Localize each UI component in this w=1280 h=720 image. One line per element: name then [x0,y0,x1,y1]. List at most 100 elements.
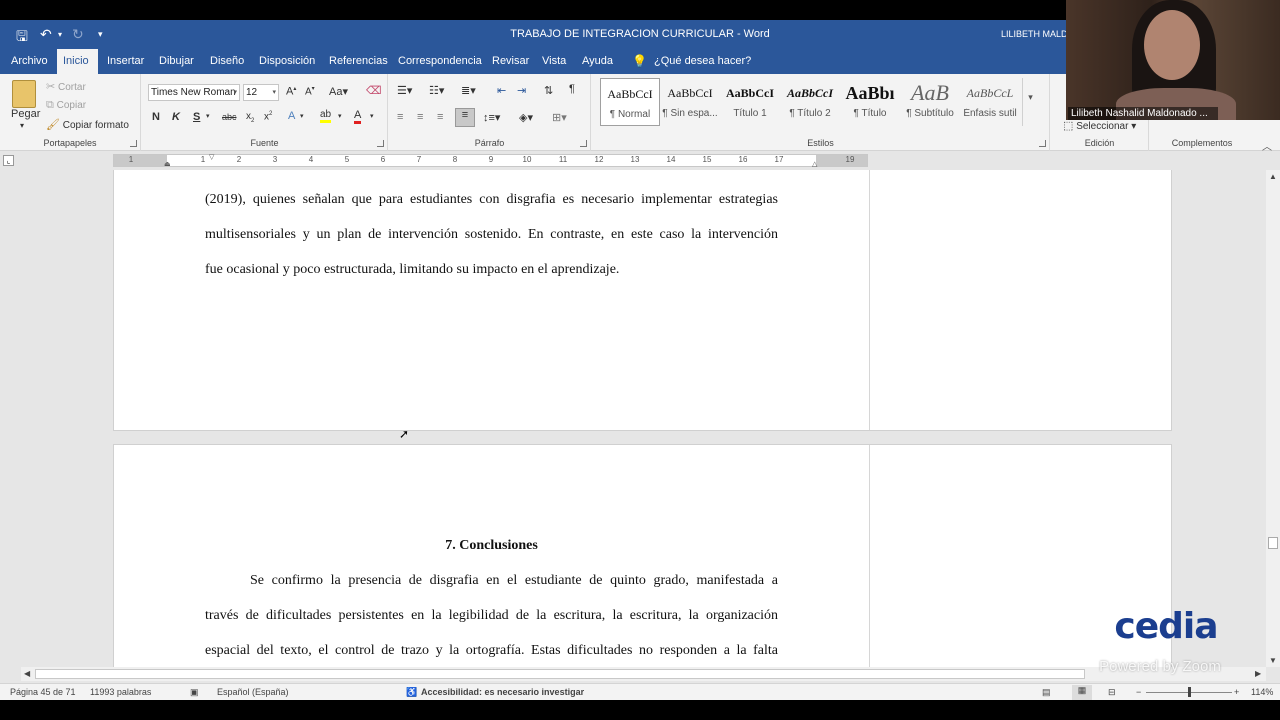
highlight-icon[interactable]: ab [320,109,332,123]
language[interactable]: Español (España) [217,687,289,697]
line-spacing-icon[interactable]: ↕≡▾ [483,111,500,124]
align-right-icon[interactable]: ≡ [437,111,443,123]
tab-ayuda[interactable]: Ayuda [576,49,619,74]
tab-insertar[interactable]: Insertar [101,49,150,74]
select-button[interactable]: ⬚ Seleccionar ▾ [1063,119,1136,132]
style-no-spacing[interactable]: AaBbCcI ¶ Sin espa... [660,78,720,126]
paragraph-line[interactable]: fue ocasional y poco estructurada, limit… [205,262,778,278]
multilevel-list-icon[interactable]: ≣▾ [461,84,476,97]
paragraph-line[interactable]: través de dificultades persistentes en l… [205,608,778,624]
document-area[interactable]: (2019), quienes señalan que para estudia… [0,170,1266,667]
align-left-icon[interactable]: ≡ [397,111,403,123]
tab-inicio[interactable]: Inicio [57,49,98,74]
scroll-up-icon[interactable]: ▲ [1269,172,1277,181]
change-case-icon[interactable]: Aa▾ [329,85,348,98]
style-subtle-emphasis[interactable]: AaBbCcL Énfasis sutil [960,78,1020,126]
zoom-level[interactable]: 114% [1251,687,1273,697]
bold-icon[interactable]: N [152,111,160,123]
first-line-indent-marker-icon[interactable]: ▽ [209,153,214,161]
format-painter-button[interactable]: 🖌 Copiar formato [46,118,129,131]
paste-icon[interactable] [12,80,36,108]
paragraph-line[interactable]: espacial del texto, el control de trazo … [205,643,778,659]
scroll-thumb[interactable] [1268,537,1278,549]
justify-icon[interactable]: ≡ [455,108,475,127]
grow-font-icon[interactable]: A▴ [286,85,296,98]
zoom-in-icon[interactable]: + [1234,687,1239,697]
tab-selector-icon[interactable]: ⌞ [3,155,14,166]
font-size-select[interactable]: 12 ▾ [243,84,279,101]
scroll-left-icon[interactable]: ◀ [24,669,30,678]
style-title[interactable]: AaBbı ¶ Título [840,78,900,126]
user-name[interactable]: LILIBETH MALDO [1001,29,1075,39]
decrease-indent-icon[interactable]: ⇤ [497,84,506,97]
vertical-scrollbar[interactable]: ▲ ▼ [1266,170,1280,667]
font-color-icon[interactable]: A [354,109,362,124]
text-effects-icon[interactable]: A [288,110,295,122]
zoom-out-icon[interactable]: − [1136,687,1141,697]
style-normal[interactable]: AaBbCcI ¶ Normal [600,78,660,126]
style-heading-1[interactable]: AaBbCcI Título 1 [720,78,780,126]
styles-launcher[interactable] [1039,140,1046,147]
tab-referencias[interactable]: Referencias [323,49,394,74]
numbering-icon[interactable]: ☷▾ [429,84,444,97]
hscroll-thumb[interactable] [35,669,1085,679]
clipboard-launcher[interactable] [130,140,137,147]
tell-me-search[interactable]: ¿Qué desea hacer? [654,49,751,74]
subscript-icon[interactable]: x2 [246,111,254,124]
web-layout-icon[interactable]: ⊟ [1108,687,1116,698]
tab-vista[interactable]: Vista [536,49,572,74]
collapse-ribbon-icon[interactable]: ︿ [1262,138,1272,153]
style-heading-2[interactable]: AaBbCcI ¶ Título 2 [780,78,840,126]
read-mode-icon[interactable]: ▤ [1042,687,1051,698]
text-effects-dropdown-icon[interactable]: ▾ [300,112,304,120]
zoom-slider-thumb[interactable] [1188,687,1191,697]
tab-archivo[interactable]: Archivo [5,49,54,74]
word-count[interactable]: 11993 palabras [90,687,151,697]
cut-button[interactable]: ✂ Cortar [46,80,86,93]
print-layout-icon[interactable]: ▦ [1072,685,1092,700]
right-indent-marker-icon[interactable]: △ [812,160,817,168]
section-heading[interactable]: 7. Conclusiones [114,538,869,554]
clear-formatting-icon[interactable]: ⌫ [366,84,382,97]
shading-icon[interactable]: ◈▾ [519,111,533,124]
align-center-icon[interactable]: ≡ [417,111,423,123]
paragraph-line[interactable]: Se confirmo la presencia de disgrafia en… [250,573,778,589]
italic-icon[interactable]: K [172,111,180,123]
font-family-select[interactable]: Times New Roman ▾ [148,84,240,101]
horizontal-ruler[interactable]: 1 1 2 3 4 5 6 7 8 9 10 11 12 13 14 15 16… [113,153,868,168]
font-launcher[interactable] [377,140,384,147]
highlight-dropdown-icon[interactable]: ▾ [338,112,342,120]
increase-indent-icon[interactable]: ⇥ [517,84,526,97]
font-color-dropdown-icon[interactable]: ▾ [370,112,374,120]
page-count[interactable]: Página 45 de 71 [10,687,76,697]
paragraph-line[interactable]: multisensoriales y un plan de intervenci… [205,227,778,243]
scroll-down-icon[interactable]: ▼ [1269,656,1277,665]
tab-correspondencia[interactable]: Correspondencia [392,49,488,74]
superscript-icon[interactable]: x2 [264,111,272,122]
shrink-font-icon[interactable]: A▾ [305,85,315,97]
paragraph-line[interactable]: (2019), quienes señalan que para estudia… [205,192,778,208]
show-marks-icon[interactable]: ¶ [569,83,575,95]
scroll-right-icon[interactable]: ▶ [1255,669,1261,678]
tab-diseno[interactable]: Diseño [204,49,250,74]
left-indent-marker-icon[interactable]: ⏏ [164,160,171,168]
copy-button[interactable]: ⧉ Copiar [46,99,86,112]
strikethrough-icon[interactable]: abc [222,112,237,122]
paragraph-launcher[interactable] [580,140,587,147]
underline-dropdown-icon[interactable]: ▾ [206,112,210,120]
paste-dropdown-icon[interactable]: ▾ [20,121,24,130]
tab-disposicion[interactable]: Disposición [253,49,321,74]
tab-revisar[interactable]: Revisar [486,49,535,74]
page-2[interactable]: 7. Conclusiones Se confirmo la presencia… [113,444,1172,667]
paste-button[interactable]: Pegar [11,108,40,120]
borders-icon[interactable]: ⊞▾ [552,111,567,124]
accessibility-status[interactable]: Accesibilidad: es necesario investigar [421,687,584,697]
tab-dibujar[interactable]: Dibujar [153,49,200,74]
sort-icon[interactable]: ⇅ [544,84,553,97]
styles-more-icon[interactable]: ▾ [1022,78,1038,126]
style-subtitle[interactable]: AaB ¶ Subtítulo [900,78,960,126]
underline-icon[interactable]: S [193,111,200,123]
bullets-icon[interactable]: ☰▾ [397,84,412,97]
proofing-icon[interactable]: ▣ [190,687,199,698]
page-1[interactable]: (2019), quienes señalan que para estudia… [113,170,1172,431]
